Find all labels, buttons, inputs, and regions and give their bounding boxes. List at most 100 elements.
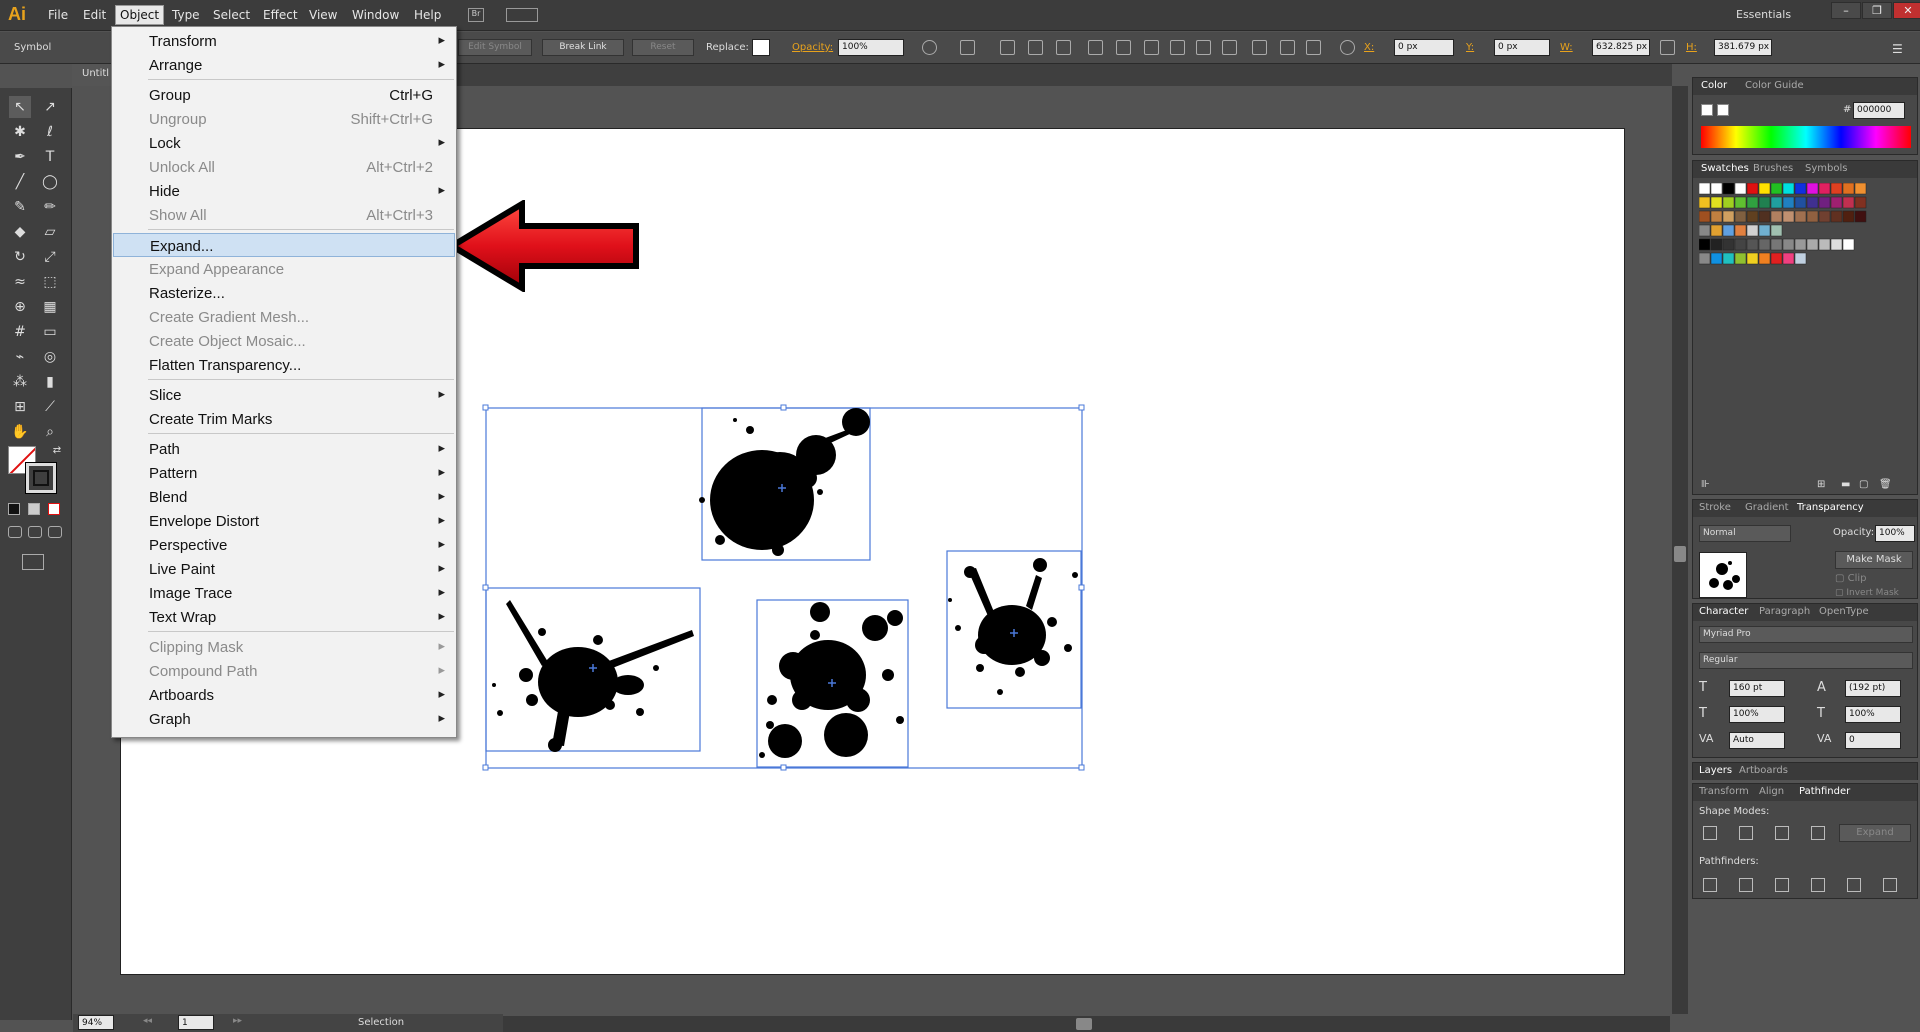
tab-layers[interactable]: Layers (1699, 765, 1732, 776)
transparency-opacity-input[interactable]: 100% (1875, 525, 1915, 542)
clip-checkbox[interactable]: ▢ Clip (1835, 573, 1867, 584)
menu-view[interactable]: View (305, 7, 341, 23)
h-link[interactable]: H: (1686, 42, 1697, 53)
shape-builder-tool-icon[interactable]: ⊕ (9, 296, 31, 318)
make-mask-button[interactable]: Make Mask (1835, 551, 1913, 569)
menu-select[interactable]: Select (209, 7, 254, 23)
swap-fill-stroke-icon[interactable]: ⇄ (46, 440, 68, 462)
splatter-artwork[interactable] (480, 400, 1100, 780)
menu-item-slice[interactable]: Slice ▸ (113, 383, 455, 407)
menu-item-arrange[interactable]: Arrange ▸ (113, 53, 455, 77)
scale-tool-icon[interactable]: ⤢ (39, 246, 61, 268)
artboard-tool-icon[interactable]: ⊞ (9, 396, 31, 418)
ellipse-tool-icon[interactable]: ◯ (39, 171, 61, 193)
align-hcenter-icon[interactable] (1028, 40, 1043, 55)
menu-item-blend[interactable]: Blend ▸ (113, 485, 455, 509)
menu-item-text-wrap[interactable]: Text Wrap ▸ (113, 605, 455, 629)
menu-item-create-object-mosaic[interactable]: Create Object Mosaic... (113, 329, 455, 353)
new-swatch-icon[interactable]: ▢ (1859, 479, 1868, 490)
edit-symbol-button[interactable]: Edit Symbol (458, 39, 532, 56)
arrange-documents-icon[interactable] (506, 8, 538, 22)
tab-symbols[interactable]: Symbols (1805, 163, 1847, 174)
artboard-number-input[interactable]: 1 (178, 1015, 214, 1030)
lasso-tool-icon[interactable]: ℓ (39, 121, 61, 143)
menu-object[interactable]: Object (115, 5, 165, 25)
menu-item-image-trace[interactable]: Image Trace ▸ (113, 581, 455, 605)
color-stroke-swatch[interactable] (1717, 104, 1729, 116)
unite-icon[interactable] (1703, 826, 1717, 840)
bridge-icon[interactable]: Br (468, 8, 484, 22)
color-fill-swatch[interactable] (1701, 104, 1713, 116)
merge-icon[interactable] (1775, 878, 1789, 892)
tab-transparency[interactable]: Transparency (1797, 502, 1864, 513)
align-to-icon[interactable] (960, 40, 975, 55)
menu-item-artboards[interactable]: Artboards ▸ (113, 683, 455, 707)
pencil-tool-icon[interactable]: ✏ (39, 196, 61, 218)
height-input[interactable]: 381.679 px (1714, 39, 1772, 56)
distribute-right-icon[interactable] (1306, 40, 1321, 55)
align-vcenter-icon[interactable] (1116, 40, 1131, 55)
tab-character[interactable]: Character (1699, 606, 1748, 617)
menu-item-lock[interactable]: Lock ▸ (113, 131, 455, 155)
break-link-button[interactable]: Break Link (542, 39, 624, 56)
tab-stroke[interactable]: Stroke (1699, 502, 1731, 513)
draw-behind-icon[interactable] (28, 526, 42, 538)
artboard-nav-next-icon[interactable]: ▸▸ (233, 1016, 242, 1026)
panel-menu-icon[interactable]: ☰ (1892, 42, 1903, 56)
font-family-select[interactable]: Myriad Pro (1699, 626, 1913, 643)
eyedropper-tool-icon[interactable]: ⌁ (9, 346, 31, 368)
zoom-input[interactable]: 94% (78, 1015, 114, 1030)
trim-icon[interactable] (1739, 878, 1753, 892)
hex-input[interactable]: 000000 (1853, 102, 1905, 119)
width-input[interactable]: 632.825 px (1592, 39, 1650, 56)
color-mode-icon[interactable] (8, 503, 20, 515)
swatch-grid[interactable] (1699, 183, 1909, 273)
type-tool-icon[interactable]: T (39, 146, 61, 168)
tab-artboards[interactable]: Artboards (1739, 765, 1788, 776)
tab-opentype[interactable]: OpenType (1819, 606, 1869, 617)
menu-item-ungroup[interactable]: Ungroup Shift+Ctrl+G (113, 107, 455, 131)
tab-brushes[interactable]: Brushes (1753, 163, 1793, 174)
pathfinder-expand-button[interactable]: Expand (1839, 824, 1911, 842)
distribute-hcenter-icon[interactable] (1280, 40, 1295, 55)
workspace-switcher[interactable]: Essentials (1736, 8, 1791, 21)
menu-item-transform[interactable]: Transform ▸ (113, 29, 455, 53)
distribute-left-icon[interactable] (1252, 40, 1267, 55)
menu-item-live-paint[interactable]: Live Paint ▸ (113, 557, 455, 581)
menu-item-clipping-mask[interactable]: Clipping Mask ▸ (113, 635, 455, 659)
minus-front-icon[interactable] (1739, 826, 1753, 840)
none-mode-icon[interactable] (48, 503, 60, 515)
intersect-icon[interactable] (1775, 826, 1789, 840)
horizontal-scrollbar[interactable] (500, 1016, 1670, 1032)
crop-icon[interactable] (1811, 878, 1825, 892)
gradient-mode-icon[interactable] (28, 503, 40, 515)
gradient-tool-icon[interactable]: ▭ (39, 321, 61, 343)
kerning-input[interactable]: Auto (1729, 732, 1785, 749)
artboard-nav-prev-icon[interactable]: ◂◂ (143, 1016, 152, 1026)
rotate-tool-icon[interactable]: ↻ (9, 246, 31, 268)
globe-icon[interactable] (922, 40, 937, 55)
horizontal-scale-input[interactable]: 100% (1845, 706, 1901, 723)
menu-item-path[interactable]: Path ▸ (113, 437, 455, 461)
tab-paragraph[interactable]: Paragraph (1759, 606, 1810, 617)
menu-item-envelope-distort[interactable]: Envelope Distort ▸ (113, 509, 455, 533)
opacity-link[interactable]: Opacity: (792, 42, 833, 53)
menu-item-show-all[interactable]: Show All Alt+Ctrl+3 (113, 203, 455, 227)
blob-brush-tool-icon[interactable]: ◆ (9, 221, 31, 243)
horizontal-scroll-thumb[interactable] (1076, 1018, 1092, 1030)
menu-item-expand[interactable]: Expand... (113, 233, 455, 257)
menu-item-pattern[interactable]: Pattern ▸ (113, 461, 455, 485)
exclude-icon[interactable] (1811, 826, 1825, 840)
y-link[interactable]: Y: (1466, 42, 1474, 53)
distribute-vcenter-icon[interactable] (1196, 40, 1211, 55)
vertical-scroll-thumb[interactable] (1674, 546, 1686, 562)
menu-item-create-trim-marks[interactable]: Create Trim Marks (113, 407, 455, 431)
swatch-options-icon[interactable]: ⊞ (1817, 479, 1825, 490)
tracking-input[interactable]: 0 (1845, 732, 1901, 749)
menu-item-unlock-all[interactable]: Unlock All Alt+Ctrl+2 (113, 155, 455, 179)
blend-mode-select[interactable]: Normal (1699, 525, 1791, 542)
tab-pathfinder[interactable]: Pathfinder (1799, 786, 1850, 797)
draw-inside-icon[interactable] (48, 526, 62, 538)
x-input[interactable]: 0 px (1394, 39, 1454, 56)
tab-color[interactable]: Color (1701, 80, 1727, 91)
